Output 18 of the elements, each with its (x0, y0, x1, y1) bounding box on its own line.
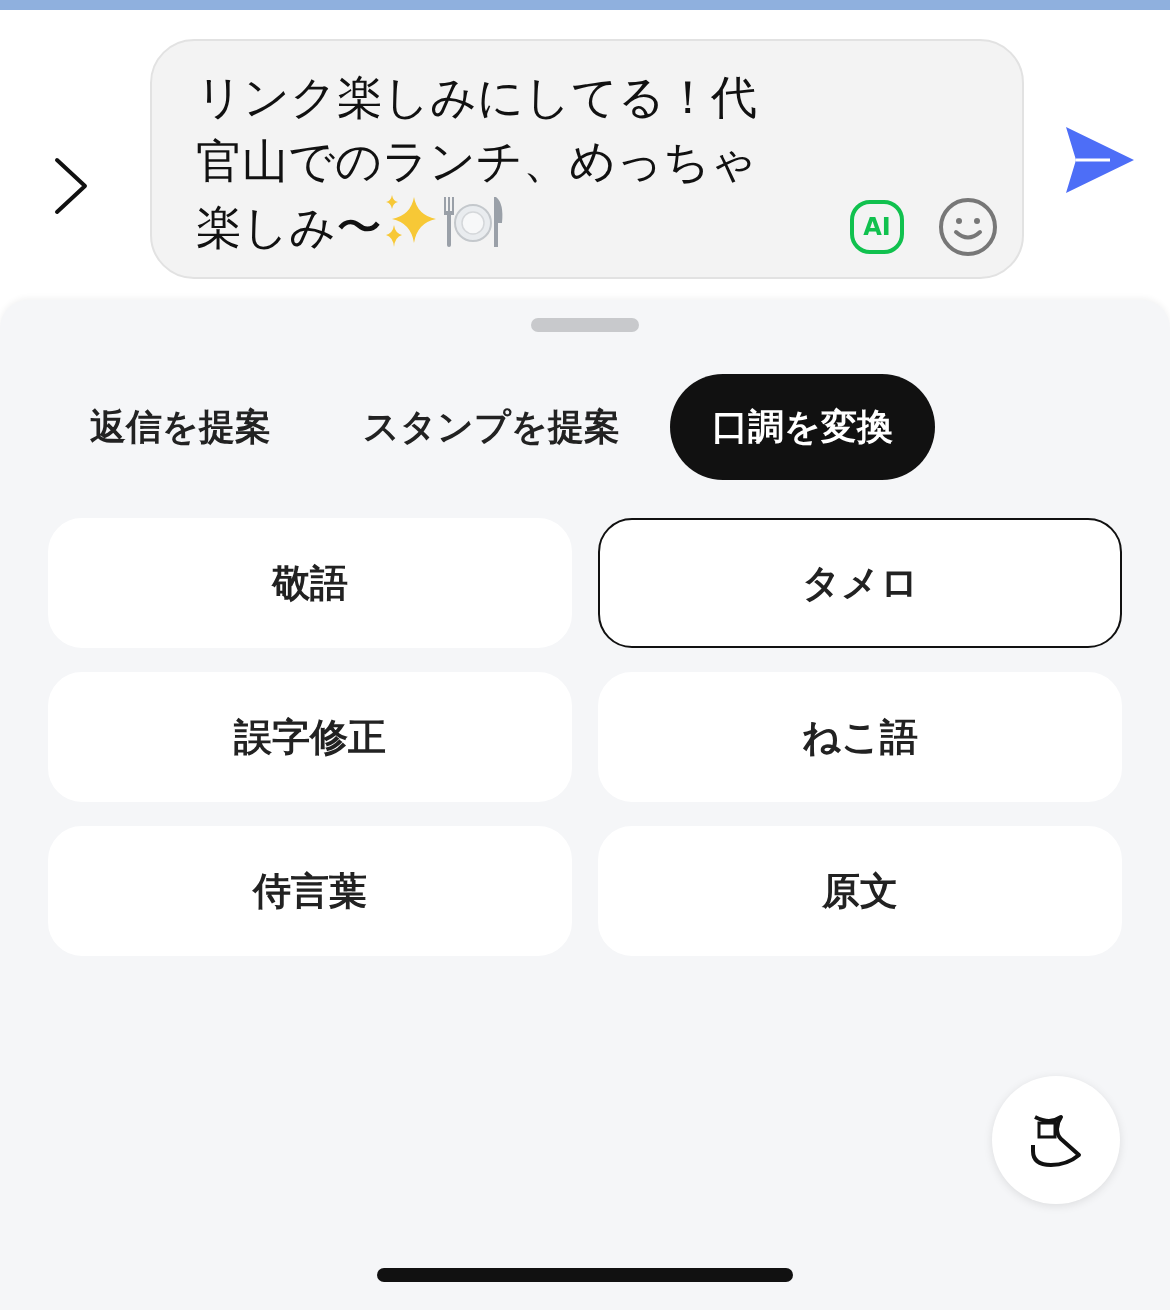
tone-option-button[interactable]: ねこ語 (598, 672, 1122, 802)
tone-option-button[interactable]: 原文 (598, 826, 1122, 956)
tab[interactable]: 返信を提案 (48, 374, 313, 480)
tone-option-button[interactable]: 誤字修正 (48, 672, 572, 802)
tone-option-button[interactable]: タメロ (598, 518, 1122, 648)
tone-option-button[interactable]: 侍言葉 (48, 826, 572, 956)
chevron-right-icon[interactable] (54, 157, 88, 215)
tab[interactable]: スタンプを提案 (321, 374, 662, 480)
message-field[interactable]: リンク楽しみにしてる！代 官山でのランチ、めっちゃ 楽しみ〜 AI (150, 39, 1024, 279)
message-text: 楽しみ〜 (196, 200, 382, 254)
tone-option-button[interactable]: 敬語 (48, 518, 572, 648)
tab[interactable]: 口調を変換 (670, 374, 935, 480)
emoji-icon[interactable] (938, 197, 998, 257)
drag-handle[interactable] (531, 318, 639, 332)
character-icon (1029, 1113, 1083, 1167)
message-text: 官山でのランチ、めっちゃ (196, 134, 757, 188)
message-text: リンク楽しみにしてる！代 (196, 70, 757, 124)
send-icon[interactable] (1064, 125, 1136, 195)
